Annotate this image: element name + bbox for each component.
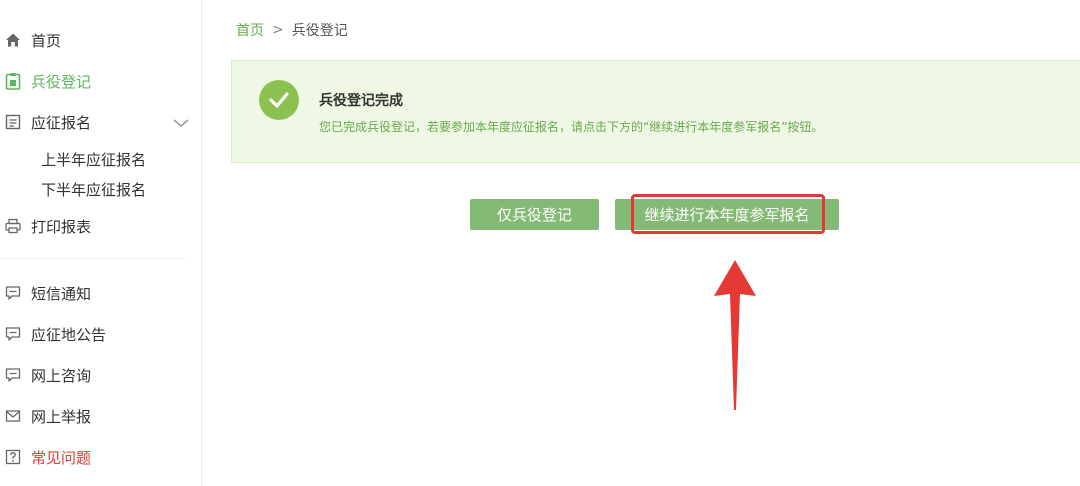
home-icon — [4, 31, 22, 49]
mail-icon — [4, 407, 22, 425]
sidebar-item-label: 网上举报 — [31, 407, 92, 426]
breadcrumb-current: 兵役登记 — [291, 23, 348, 39]
chat-icon — [4, 366, 22, 384]
sidebar-item-local-announcement[interactable]: 应征地公告 — [0, 320, 106, 348]
success-panel: 兵役登记完成 您已完成兵役登记，若要参加本年度应征报名，请点击下方的“继续进行本… — [231, 60, 1080, 163]
sidebar-item-label: 应征地公告 — [31, 325, 107, 344]
sidebar: 首页 兵役登记 应征报名 上半年应征报名 下半年应征报名 打印报表 短信通知 应 — [0, 0, 202, 486]
sidebar-item-label: 打印报表 — [31, 217, 92, 236]
breadcrumb-home-link[interactable]: 首页 — [236, 20, 264, 40]
success-description: 您已完成兵役登记，若要参加本年度应征报名，请点击下方的“继续进行本年度参军报名”… — [319, 120, 824, 134]
sidebar-item-label: 短信通知 — [31, 284, 92, 303]
clipboard-icon — [4, 72, 22, 90]
sidebar-subitem-second-half[interactable]: 下半年应征报名 — [41, 177, 146, 201]
sidebar-item-label: 首页 — [31, 31, 62, 50]
form-icon — [4, 113, 22, 131]
chevron-down-icon[interactable] — [172, 115, 190, 129]
sidebar-item-label: 网上咨询 — [31, 366, 92, 385]
red-arrow-annotation — [714, 260, 756, 410]
breadcrumb: 首页 > 兵役登记 — [236, 19, 348, 41]
question-icon — [4, 448, 22, 466]
success-title: 兵役登记完成 — [319, 93, 403, 109]
sidebar-item-online-report[interactable]: 网上举报 — [0, 402, 91, 430]
register-only-button[interactable]: 仅兵役登记 — [470, 199, 599, 230]
sidebar-item-home[interactable]: 首页 — [0, 26, 61, 54]
sidebar-item-print-report[interactable]: 打印报表 — [0, 212, 91, 240]
continue-enlistment-button[interactable]: 继续进行本年度参军报名 — [615, 199, 839, 230]
chat-icon — [4, 325, 22, 343]
sidebar-item-enlistment-application[interactable]: 应征报名 — [0, 108, 91, 136]
sidebar-item-military-registration[interactable]: 兵役登记 — [0, 67, 91, 95]
sidebar-divider — [0, 258, 186, 259]
sidebar-item-sms-notice[interactable]: 短信通知 — [0, 279, 91, 307]
printer-icon — [4, 217, 22, 235]
sidebar-subitem-first-half[interactable]: 上半年应征报名 — [41, 147, 146, 171]
sidebar-item-label: 常见问题 — [31, 448, 92, 467]
breadcrumb-separator: > — [272, 22, 284, 38]
sidebar-item-label: 应征报名 — [31, 113, 92, 132]
sidebar-item-label: 兵役登记 — [31, 72, 92, 91]
check-circle-icon — [259, 80, 299, 120]
sidebar-item-online-consult[interactable]: 网上咨询 — [0, 361, 91, 389]
sidebar-item-faq[interactable]: 常见问题 — [0, 443, 91, 471]
chat-icon — [4, 284, 22, 302]
